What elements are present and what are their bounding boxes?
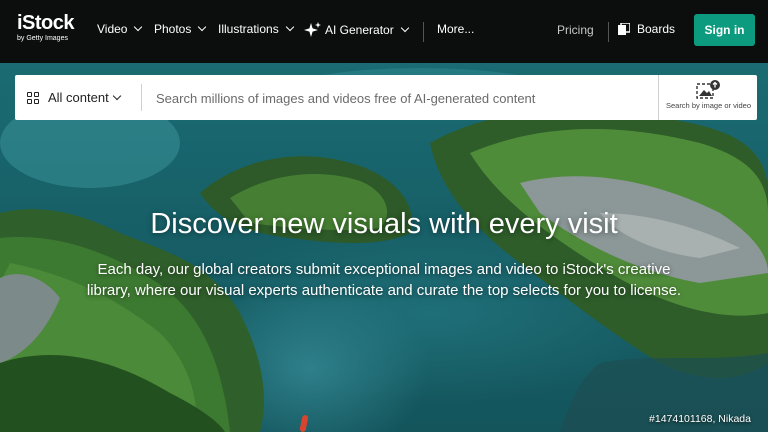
grid-icon xyxy=(27,91,39,104)
sign-in-button[interactable]: Sign in xyxy=(694,14,755,46)
nav-video[interactable]: Video xyxy=(97,22,143,36)
logo-wordmark: iStock xyxy=(17,12,75,34)
chevron-down-icon xyxy=(285,22,294,32)
nav-divider xyxy=(423,22,424,42)
nav-photos[interactable]: Photos xyxy=(154,22,207,36)
chevron-down-icon xyxy=(198,22,207,32)
search-by-image-label: Search by image or video xyxy=(665,101,752,110)
logo-tagline: by Getty Images xyxy=(17,35,68,42)
nav-divider xyxy=(608,22,609,42)
content-type-label: All content xyxy=(48,90,109,105)
search-input[interactable] xyxy=(154,75,658,122)
chevron-down-icon xyxy=(400,23,409,33)
search-bar: All content Search by image or video xyxy=(15,75,758,122)
hero-headline: Discover new visuals with every visit xyxy=(150,208,618,240)
nav-ai-generator-label: AI Generator xyxy=(325,23,394,37)
nav-ai-generator[interactable]: AI Generator xyxy=(304,22,409,38)
search-divider xyxy=(141,84,142,111)
hero-subtext: Each day, our global creators submit exc… xyxy=(86,261,682,299)
sparkle-icon xyxy=(304,22,321,37)
nav-photos-label: Photos xyxy=(154,22,192,36)
search-by-image-button[interactable]: Search by image or video xyxy=(658,75,758,120)
nav-illustrations[interactable]: Illustrations xyxy=(218,22,294,36)
nav-illustrations-label: Illustrations xyxy=(218,22,279,36)
image-credit[interactable]: #1474101168, Nikada xyxy=(649,413,751,425)
boards-icon xyxy=(618,23,630,35)
nav-more-label: More... xyxy=(437,22,475,36)
image-search-icon xyxy=(696,80,720,99)
chevron-down-icon xyxy=(134,22,143,32)
pricing-link[interactable]: Pricing xyxy=(557,23,594,37)
content-type-dropdown[interactable]: All content xyxy=(27,75,121,120)
chevron-down-icon xyxy=(112,91,121,100)
boards-label: Boards xyxy=(637,22,676,36)
istock-logo[interactable]: iStock by Getty Images xyxy=(17,12,75,43)
nav-video-label: Video xyxy=(97,22,128,36)
boards-link[interactable]: Boards xyxy=(618,22,675,36)
top-navigation-bar: iStock by Getty Images Video Photos Illu… xyxy=(0,0,768,63)
nav-more[interactable]: More... xyxy=(437,22,474,36)
